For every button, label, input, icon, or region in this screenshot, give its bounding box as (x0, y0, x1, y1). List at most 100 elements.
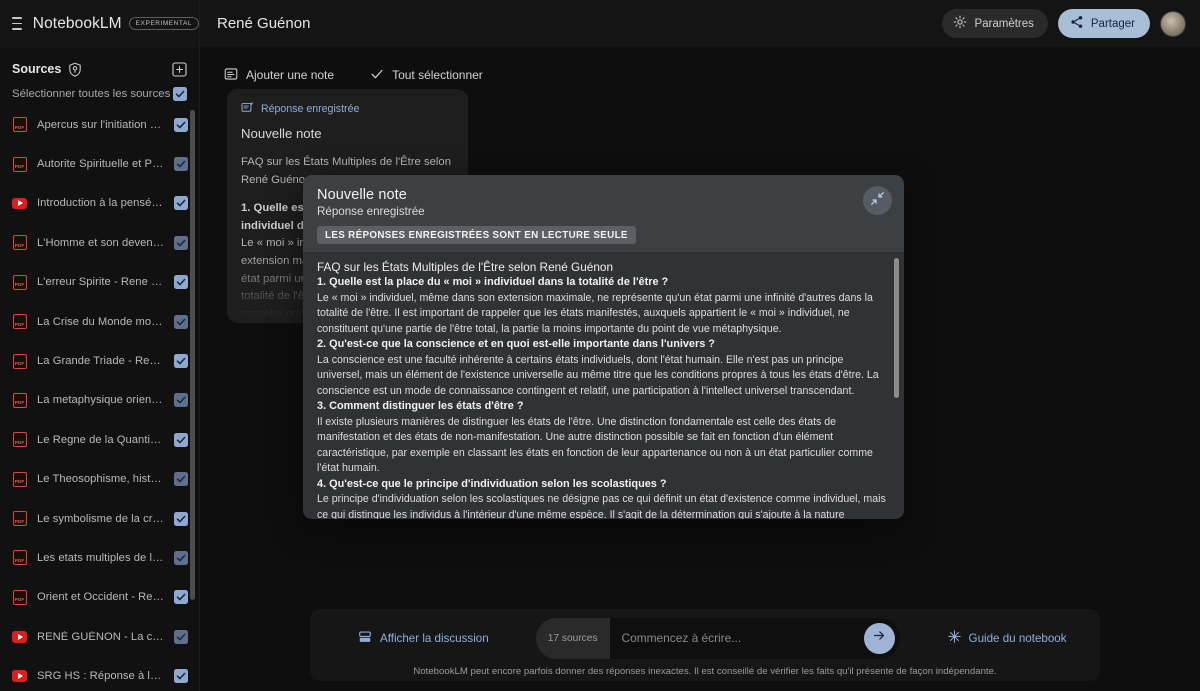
source-item[interactable]: PDF Le Regne de la Quantite e... (0, 420, 199, 459)
source-item-checkbox[interactable] (174, 432, 188, 447)
main-area: René Guénon Paramètres Partager Ajouter … (200, 0, 1200, 691)
note-card-kicker: Réponse enregistrée (241, 101, 454, 117)
plus-square-icon[interactable] (172, 61, 187, 77)
modal-scrollbar[interactable] (893, 258, 899, 398)
share-nodes-icon (1070, 15, 1084, 32)
sources-sidebar: NotebookLM EXPERIMENTAL Sources Sélectio… (0, 0, 200, 691)
source-item[interactable]: PDF Orient et Occident - Rene... (0, 578, 199, 617)
select-all-checkbox[interactable] (173, 87, 187, 101)
source-type-icon: PDF (12, 432, 27, 448)
experimental-badge: EXPERIMENTAL (128, 16, 199, 31)
source-item-label: Apercus sur l'initiation - R... (37, 118, 164, 131)
share-button[interactable]: Partager (1057, 9, 1150, 38)
sources-count-chip[interactable]: 17 sources (535, 617, 610, 659)
faq-question: 2. Qu'est-ce que la conscience et en quo… (317, 338, 715, 351)
show-discussion-button[interactable]: Afficher la discussion (358, 630, 489, 647)
source-item-label: Les etats multiples de l'et... (37, 551, 164, 564)
settings-button[interactable]: Paramètres (942, 9, 1048, 38)
chat-input[interactable] (621, 631, 864, 645)
sources-title: Sources (12, 62, 62, 76)
note-add-icon (224, 67, 238, 84)
source-item[interactable]: SRG HS : Réponse à la vid... (0, 656, 199, 691)
source-item[interactable]: PDF Autorite Spirituelle et Pou... (0, 144, 199, 183)
select-all-label: Sélectionner toutes les sources (12, 88, 171, 100)
faq-question: 4. Qu'est-ce que le principe d'individua… (317, 477, 667, 490)
send-button[interactable] (863, 622, 895, 654)
avatar[interactable] (1160, 10, 1186, 37)
readonly-badge: LES RÉPONSES ENREGISTRÉES SONT EN LECTUR… (317, 226, 636, 244)
source-item[interactable]: PDF La Grande Triade - Rene ... (0, 341, 199, 380)
chat-row: Afficher la discussion 17 sources Commen… (310, 609, 1100, 667)
modal-title: Nouvelle note (317, 187, 407, 203)
source-item-label: La metaphysique oriental... (37, 394, 164, 407)
add-note-button[interactable]: Ajouter une note (224, 67, 334, 84)
source-type-icon: PDF (12, 511, 27, 527)
add-note-label: Ajouter une note (246, 68, 335, 82)
source-item-checkbox[interactable] (174, 669, 188, 684)
source-item[interactable]: PDF L'Homme et son devenir s... (0, 223, 199, 262)
source-item-checkbox[interactable] (174, 393, 188, 408)
source-item[interactable]: PDF Apercus sur l'initiation - R... (0, 105, 199, 144)
source-type-icon (12, 196, 27, 211)
select-all-notes-label: Tout sélectionner (392, 68, 483, 82)
source-item-label: Le symbolisme de la croix... (37, 512, 164, 525)
source-item-label: L'Homme et son devenir s... (37, 236, 164, 249)
modal-body: FAQ sur les États Multiples de l'Être se… (303, 252, 904, 519)
source-item-checkbox[interactable] (174, 157, 188, 172)
source-item-checkbox[interactable] (174, 629, 188, 644)
collapse-arrows-icon (870, 191, 885, 211)
source-item-checkbox[interactable] (174, 117, 188, 132)
notebooklm-app: NotebookLM EXPERIMENTAL Sources Sélectio… (0, 0, 1200, 691)
source-item-checkbox[interactable] (174, 235, 188, 250)
pdf-file-icon: PDF (12, 235, 27, 251)
source-item[interactable]: PDF Le symbolisme de la croix... (0, 499, 199, 538)
source-item[interactable]: PDF L'erreur Spirite - Rene Gu... (0, 263, 199, 302)
source-item-checkbox[interactable] (174, 314, 188, 329)
hamburger-menu-icon[interactable] (12, 17, 22, 30)
collapse-button[interactable] (863, 186, 892, 215)
faq-answer: Le « moi » individuel, même dans son ext… (317, 291, 873, 335)
source-item[interactable]: Introduction à la pensée t... (0, 184, 199, 223)
top-bar-actions: Paramètres Partager (942, 9, 1186, 38)
shield-badge-icon (68, 62, 82, 77)
source-type-icon: PDF (12, 235, 27, 251)
note-card-kicker-label: Réponse enregistrée (261, 103, 360, 115)
source-type-icon (12, 669, 27, 684)
pdf-file-icon: PDF (12, 353, 27, 369)
source-item[interactable]: PDF La metaphysique oriental... (0, 381, 199, 420)
source-item-label: La Crise du Monde moder... (37, 315, 164, 328)
source-item[interactable]: RENÉ GUÉNON - La crise ... (0, 617, 199, 656)
sources-header: Sources (0, 47, 199, 77)
source-type-icon (12, 629, 27, 644)
select-all-sources-row[interactable]: Sélectionner toutes les sources (0, 77, 199, 103)
source-item-checkbox[interactable] (174, 196, 188, 211)
chat-input-box[interactable] (609, 617, 900, 659)
source-type-icon: PDF (12, 274, 27, 290)
source-item[interactable]: PDF Le Theosophisme, histoir... (0, 460, 199, 499)
source-item-checkbox[interactable] (174, 275, 188, 290)
sidebar-scrollbar[interactable] (190, 110, 195, 600)
source-item[interactable]: PDF La Crise du Monde moder... (0, 302, 199, 341)
source-item-label: Introduction à la pensée t... (37, 197, 164, 210)
saved-response-icon (241, 101, 254, 117)
faq-answer: Il existe plusieurs manières de distingu… (317, 415, 873, 475)
arrow-right-icon (872, 628, 887, 648)
youtube-icon (12, 197, 27, 210)
settings-label: Paramètres (974, 17, 1034, 30)
source-item-checkbox[interactable] (174, 590, 188, 605)
pdf-file-icon: PDF (12, 471, 27, 487)
source-item-checkbox[interactable] (174, 354, 188, 369)
notebook-guide-button[interactable]: Guide du notebook (947, 630, 1067, 646)
modal-faq-list: 1. Quelle est la place du « moi » indivi… (317, 275, 886, 519)
youtube-icon (12, 631, 27, 643)
sparkle-icon (947, 630, 961, 646)
source-item-checkbox[interactable] (174, 472, 188, 487)
source-item[interactable]: PDF Les etats multiples de l'et... (0, 538, 199, 577)
source-list: PDF Apercus sur l'initiation - R... PDF Aut… (0, 105, 199, 691)
source-item-checkbox[interactable] (174, 511, 188, 526)
source-type-icon: PDF (12, 550, 27, 566)
source-type-icon: PDF (12, 392, 27, 408)
source-item-checkbox[interactable] (174, 550, 188, 565)
select-all-notes-button[interactable]: Tout sélectionner (370, 67, 483, 84)
source-item-label: SRG HS : Réponse à la vid... (37, 670, 164, 683)
